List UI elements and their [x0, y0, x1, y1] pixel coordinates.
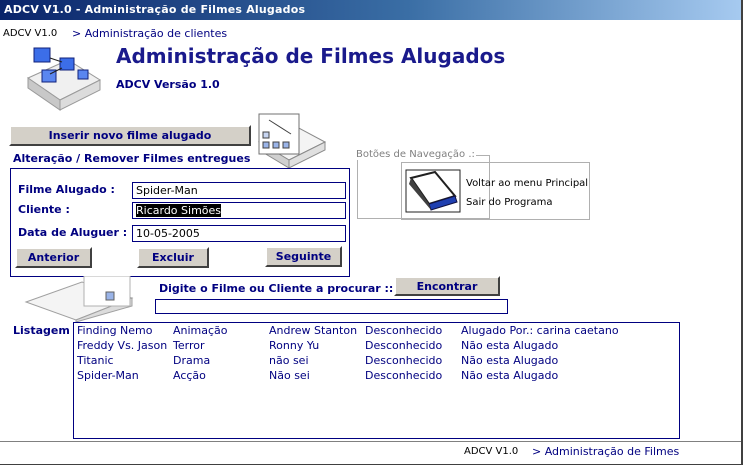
- row-title: Finding Nemo: [77, 324, 153, 337]
- row-title: Freddy Vs. Jason: [77, 339, 168, 352]
- movie-field[interactable]: Spider-Man: [132, 182, 346, 199]
- client-label: Cliente :: [18, 203, 70, 216]
- row-title: Titanic: [77, 354, 114, 367]
- nav-group-title: Botões de Navegação .:: [355, 149, 476, 160]
- version-tag: ADCV V1.0: [3, 28, 58, 39]
- row-year: Desconhecido: [365, 354, 443, 367]
- delete-button[interactable]: Excluir: [137, 247, 209, 268]
- cubes-logo-icon: [20, 40, 102, 112]
- window-title: ADCV V1.0 - Administração de Filmes Alug…: [4, 3, 306, 16]
- footer-version-tag: ADCV V1.0: [464, 446, 519, 457]
- row-year: Desconhecido: [365, 324, 443, 337]
- app-window: ADCV V1.0 - Administração de Filmes Alug…: [0, 0, 743, 465]
- row-genre: Animação: [173, 324, 228, 337]
- search-prompt: Digite o Filme ou Cliente a procurar ::: [159, 282, 394, 295]
- back-to-menu-link[interactable]: Voltar ao menu Principal: [466, 178, 588, 189]
- row-status: Alugado Por.: carina caetano: [461, 324, 619, 337]
- monitor-icon: [405, 168, 461, 214]
- film-folder-icon: [255, 112, 327, 170]
- row-genre: Drama: [173, 354, 211, 367]
- search-input[interactable]: [155, 299, 508, 314]
- table-row[interactable]: Freddy Vs. Jason Terror Ronny Yu Desconh…: [74, 338, 679, 353]
- row-genre: Terror: [173, 339, 205, 352]
- table-row[interactable]: Spider-Man Acção Não sei Desconhecido Nã…: [74, 368, 679, 383]
- row-title: Spider-Man: [77, 369, 139, 382]
- date-label: Data de Aluguer :: [18, 226, 128, 239]
- date-field[interactable]: 10-05-2005: [132, 225, 346, 242]
- row-status: Não esta Alugado: [461, 369, 559, 382]
- insert-movie-button[interactable]: Inserir novo filme alugado: [9, 125, 251, 146]
- row-director: Andrew Stanton: [269, 324, 358, 337]
- listing-box[interactable]: Finding Nemo Animação Andrew Stanton Des…: [73, 322, 680, 439]
- movie-label: Filme Alugado :: [18, 183, 115, 196]
- listing-label: Listagem: [13, 324, 70, 337]
- client-field[interactable]: Ricardo Simões: [132, 202, 346, 219]
- nav-link-clients[interactable]: > Administração de clientes: [72, 27, 227, 40]
- row-director: Não sei: [269, 369, 310, 382]
- page-subtitle: ADCV Versão 1.0: [116, 78, 220, 91]
- row-status: Não esta Alugado: [461, 339, 559, 352]
- next-button[interactable]: Seguinte: [265, 246, 342, 267]
- previous-button[interactable]: Anterior: [15, 247, 92, 268]
- search-folder-icon: [22, 275, 134, 323]
- row-director: não sei: [269, 354, 309, 367]
- row-year: Desconhecido: [365, 339, 443, 352]
- row-year: Desconhecido: [365, 369, 443, 382]
- page-title: Administração de Filmes Alugados: [116, 44, 506, 68]
- table-row[interactable]: Titanic Drama não sei Desconhecido Não e…: [74, 353, 679, 368]
- row-director: Ronny Yu: [269, 339, 320, 352]
- exit-program-link[interactable]: Sair do Programa: [466, 197, 553, 208]
- edit-group-title: Alteração / Remover Filmes entregues: [13, 152, 251, 165]
- search-button[interactable]: Encontrar: [394, 276, 500, 296]
- client-field-text: Ricardo Simões: [136, 204, 222, 217]
- row-status: Não esta Alugado: [461, 354, 559, 367]
- table-row[interactable]: Finding Nemo Animação Andrew Stanton Des…: [74, 323, 679, 338]
- title-bar[interactable]: ADCV V1.0 - Administração de Filmes Alug…: [0, 0, 741, 20]
- status-bar: ADCV V1.0 > Administração de Filmes: [0, 441, 741, 464]
- nav-link-films[interactable]: > Administração de Filmes: [532, 445, 679, 458]
- row-genre: Acção: [173, 369, 206, 382]
